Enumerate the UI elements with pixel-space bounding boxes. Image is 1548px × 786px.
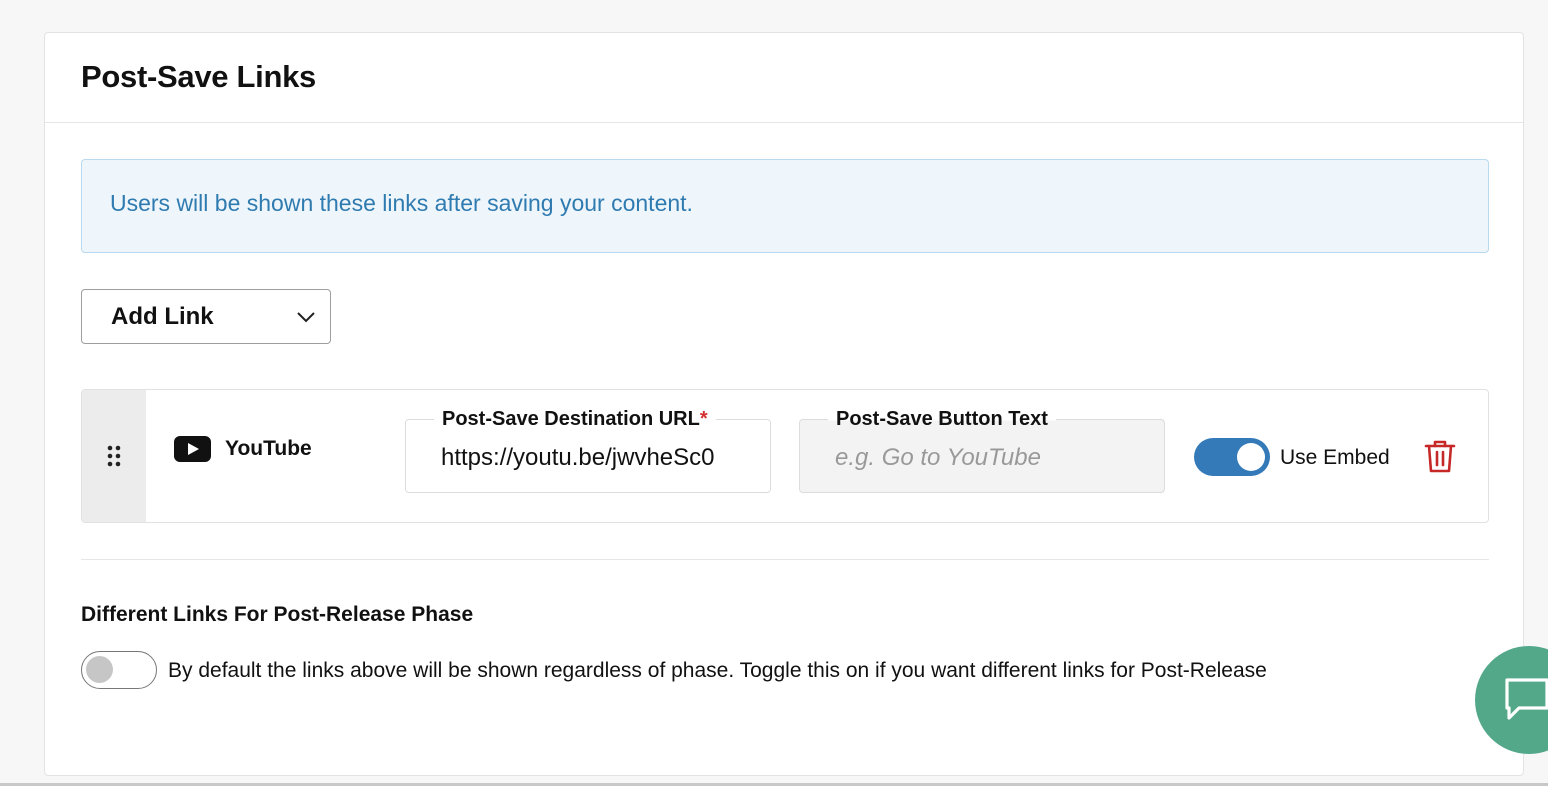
drag-handle[interactable]	[82, 390, 146, 522]
page-title: Post-Save Links	[81, 59, 316, 94]
chat-bubble-icon	[1505, 678, 1548, 720]
drag-dots-icon	[107, 445, 121, 467]
section-divider	[81, 559, 1489, 560]
platform-name: YouTube	[225, 437, 312, 460]
info-alert: Users will be shown these links after sa…	[81, 159, 1489, 253]
toggle-knob	[86, 656, 113, 683]
chevron-down-icon	[297, 311, 315, 322]
post-release-title: Different Links For Post-Release Phase	[81, 603, 474, 626]
post-release-description: By default the links above will be shown…	[168, 659, 1267, 682]
card-header: Post-Save Links	[45, 33, 1523, 123]
button-text-label: Post-Save Button Text	[828, 408, 1056, 431]
post-release-toggle[interactable]	[81, 651, 157, 689]
button-text-input[interactable]	[835, 442, 1135, 474]
use-embed-toggle[interactable]	[1194, 438, 1270, 476]
link-row: YouTube Post-Save Destination URL* Post-…	[81, 389, 1489, 523]
destination-url-input[interactable]	[441, 442, 741, 474]
toggle-knob	[1237, 443, 1265, 471]
youtube-icon	[174, 436, 211, 462]
add-link-label: Add Link	[111, 302, 214, 330]
info-alert-text: Users will be shown these links after sa…	[110, 190, 693, 216]
button-text-field: Post-Save Button Text	[799, 408, 1165, 493]
link-platform: YouTube	[174, 436, 312, 462]
destination-url-field: Post-Save Destination URL*	[405, 408, 771, 493]
destination-url-label: Post-Save Destination URL*	[434, 408, 716, 431]
trash-icon[interactable]	[1422, 438, 1458, 474]
use-embed-label: Use Embed	[1280, 446, 1390, 469]
add-link-dropdown[interactable]: Add Link	[81, 289, 331, 344]
post-save-links-card: Post-Save Links Users will be shown thes…	[44, 32, 1524, 776]
required-mark: *	[699, 408, 708, 430]
